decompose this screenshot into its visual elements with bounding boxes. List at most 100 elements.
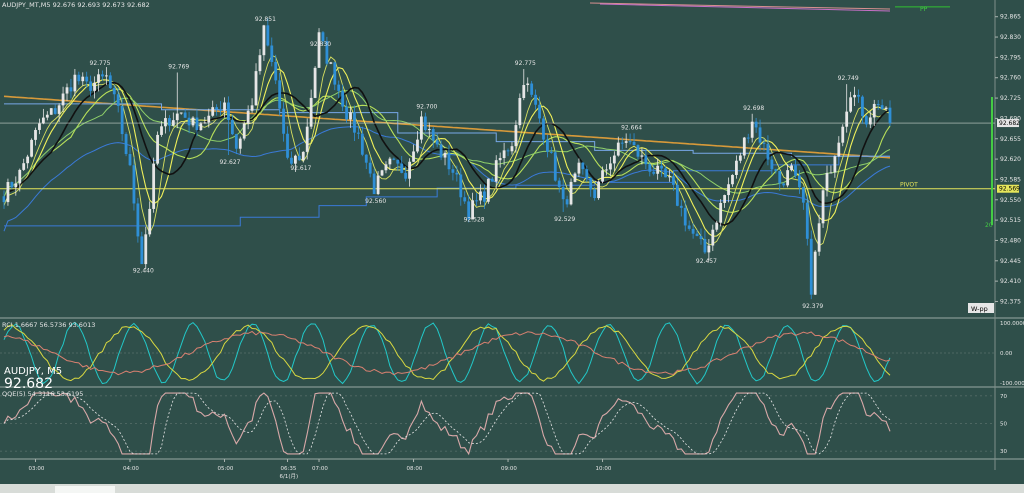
candle-body <box>10 182 14 188</box>
swing-price-label: 92.529 <box>554 216 575 223</box>
price-tick-label: 92.375 <box>1000 298 1021 305</box>
swing-price-label: 92.528 <box>464 217 485 224</box>
candle-body <box>616 142 620 156</box>
price-tick-label: 92.480 <box>1000 237 1021 244</box>
candle-body <box>719 202 723 223</box>
candle-body <box>884 107 888 110</box>
candle-body <box>864 116 868 125</box>
time-tick-label: 03:00 <box>29 466 45 472</box>
candle-body <box>829 172 833 174</box>
candle-body <box>211 107 215 116</box>
candle-body <box>160 126 163 135</box>
swing-price-label: 92.664 <box>621 125 642 132</box>
candle-body <box>171 120 175 126</box>
price-tick-label: 92.760 <box>1000 75 1021 82</box>
candle-body <box>805 202 809 239</box>
candle-body <box>447 152 451 170</box>
candle-body <box>258 55 262 72</box>
candle-body <box>108 75 112 89</box>
candle-body <box>727 184 730 196</box>
candle-body <box>262 25 266 56</box>
candle-body <box>427 129 431 131</box>
candle-body <box>833 156 837 173</box>
candle-body <box>735 160 738 175</box>
candle-body <box>144 234 148 265</box>
swing-price-label: 92.457 <box>696 258 717 265</box>
candle-body <box>490 178 494 182</box>
candle-body <box>97 74 100 83</box>
candle-body <box>593 189 597 199</box>
candle-body <box>364 154 368 163</box>
price-tick-label: 92.620 <box>1000 156 1021 163</box>
candle-body <box>290 157 293 164</box>
candle-body <box>703 239 707 253</box>
swing-price-label: 92.700 <box>416 104 437 111</box>
candle-body <box>234 134 238 149</box>
candle-body <box>597 181 601 199</box>
candle-body <box>766 143 770 160</box>
candle-body <box>746 137 750 139</box>
candle-body <box>683 207 687 226</box>
candle-body <box>93 82 96 91</box>
candle-body <box>845 111 849 127</box>
chart-tab <box>55 486 115 493</box>
candle-body <box>648 164 652 172</box>
chart-header: AUDJPY_MT,M5 92.676 92.693 92.673 92.682 <box>2 1 150 9</box>
candle-body <box>242 123 246 139</box>
candle-body <box>876 103 880 106</box>
candle-body <box>77 74 81 82</box>
candle-body <box>518 97 522 126</box>
candle-body <box>687 225 691 229</box>
candle-body <box>305 126 309 152</box>
candle-body <box>329 62 333 64</box>
candle-body <box>459 174 463 198</box>
candle-body <box>238 138 242 149</box>
candle-body <box>2 196 6 203</box>
candle-body <box>408 161 411 179</box>
candle-body <box>132 165 136 204</box>
candle-body <box>526 83 530 86</box>
candle-body <box>731 174 734 185</box>
candle-body <box>861 96 864 117</box>
candle-body <box>191 117 195 126</box>
candle-body <box>81 76 85 82</box>
candle-body <box>565 199 569 205</box>
candle-body <box>156 134 159 164</box>
price-tick-label: 92.445 <box>1000 258 1021 265</box>
swing-price-label: 92.851 <box>255 16 276 23</box>
candle-body <box>872 103 876 118</box>
candle-body <box>416 139 419 152</box>
candle-body <box>250 105 254 111</box>
candle-body <box>14 183 18 188</box>
candle-body <box>293 155 297 164</box>
candle-body <box>317 32 321 68</box>
candle-body <box>175 113 179 121</box>
candle-body <box>675 184 679 206</box>
candle-body <box>26 156 30 164</box>
candle-body <box>65 87 69 94</box>
candle-body <box>479 191 482 201</box>
candle-body <box>223 102 226 111</box>
candle-body <box>502 150 506 159</box>
chart-canvas[interactable]: PIVOT PP 20 92.775 92.769 92.627 92.851 92.617 9… <box>0 0 1024 493</box>
price-tick-label: 92.795 <box>1000 54 1021 61</box>
candle-body <box>498 158 502 161</box>
pivot-price-tag-label: 92.569 <box>999 186 1020 193</box>
candle-body <box>494 160 498 182</box>
candle-body <box>770 159 774 170</box>
candle-body <box>801 187 805 203</box>
candle-body <box>668 176 671 178</box>
candle-body <box>321 32 325 42</box>
candle-body <box>199 123 203 131</box>
candle-body <box>455 172 459 175</box>
candle-body <box>435 140 439 145</box>
candle-body <box>301 151 305 161</box>
candle-body <box>274 61 278 81</box>
candle-body <box>656 165 660 174</box>
price-tick-label: 92.725 <box>1000 95 1021 102</box>
candle-body <box>581 162 585 170</box>
candle-body <box>853 94 856 98</box>
time-tick-label: 04:00 <box>123 466 139 472</box>
candle-body <box>353 112 356 133</box>
candle-body <box>116 94 120 106</box>
